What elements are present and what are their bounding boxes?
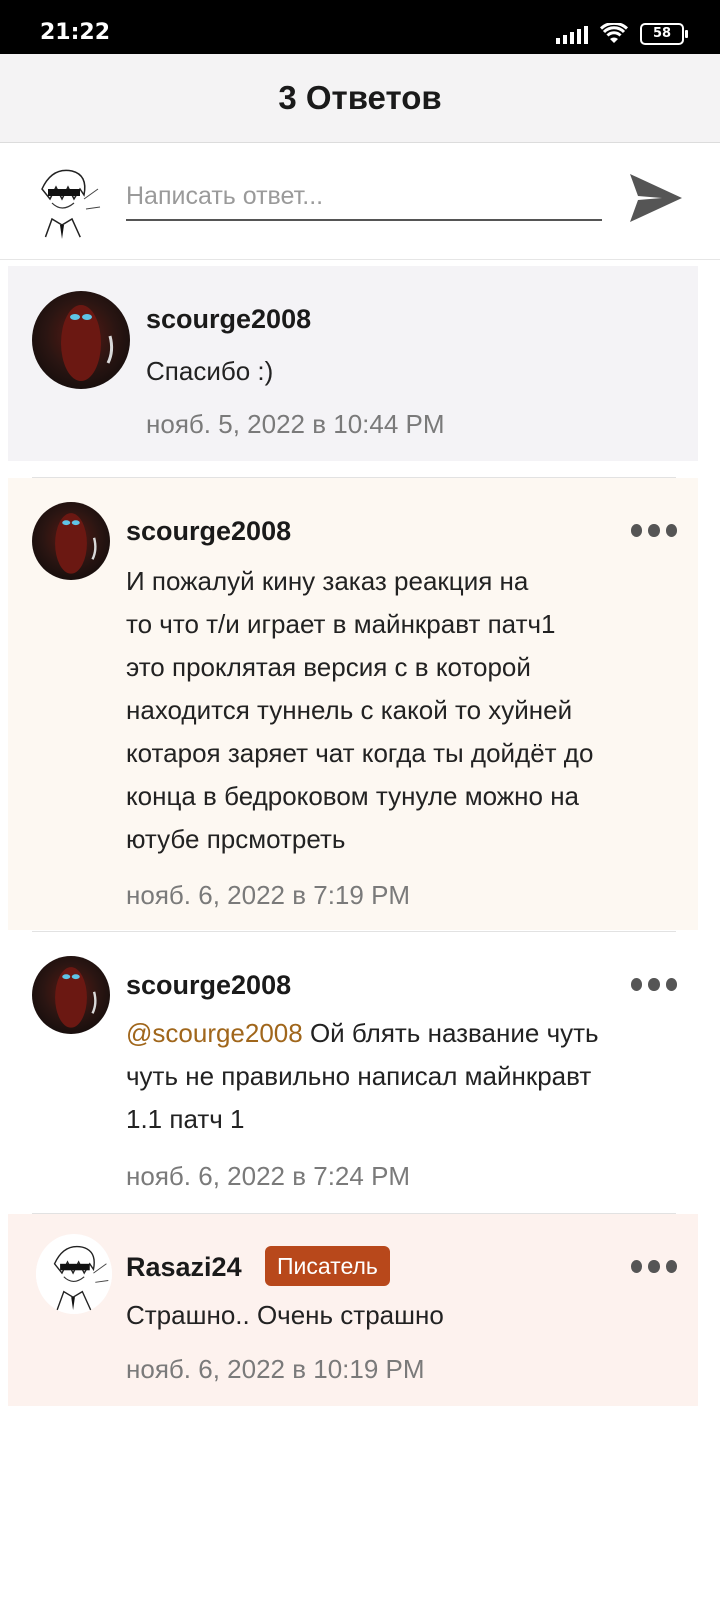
wifi-icon [600, 23, 628, 43]
avatar[interactable] [32, 291, 130, 389]
comment-text-line: конца в бедроковом тунуле можно на [126, 781, 580, 811]
comment-text-line: 1.1 патч 1 [126, 1104, 245, 1134]
comment-item: Rasazi24 Писатель Страшно.. Очень страшн… [8, 1214, 698, 1406]
avatar[interactable] [36, 1234, 112, 1314]
send-icon[interactable] [628, 170, 684, 226]
comment-date: нояб. 6, 2022 в 10:19 PM [126, 1354, 425, 1384]
comment-username[interactable]: scourge2008 [146, 304, 311, 335]
comment-text-line: котароя заряет чат когда ты дойдёт до [126, 738, 594, 768]
writer-badge: Писатель [265, 1246, 390, 1286]
comment-text: И пожалуй кину заказ реакция на то что т… [126, 560, 593, 861]
comment-username[interactable]: scourge2008 [126, 516, 291, 547]
header: 3 Ответов [0, 54, 720, 143]
comment-text-line: находится туннель с какой то хуйней [126, 695, 573, 725]
comment-date: нояб. 6, 2022 в 7:24 PM [126, 1161, 411, 1191]
status-bar: 21:22 58 [0, 0, 720, 54]
comment-item: scourge2008 И пожалуй кину заказ реакция… [8, 478, 698, 930]
more-options-icon[interactable] [631, 978, 677, 992]
mention-link[interactable]: @scourge2008 [126, 1018, 303, 1048]
status-time: 21:22 [40, 20, 111, 45]
comment-text-line: ютубе прсмотреть [126, 824, 346, 854]
avatar[interactable] [32, 956, 110, 1034]
status-icons: 58 [556, 21, 688, 47]
signal-icon [556, 24, 588, 44]
reply-bar [0, 143, 720, 260]
avatar-image [32, 291, 130, 389]
comment-text-segment: Ой блять название чуть [302, 1018, 599, 1048]
more-options-icon[interactable] [631, 524, 677, 538]
reply-input[interactable] [126, 173, 602, 221]
comment-text-line: это проклятая версия с в которой [126, 652, 531, 682]
comment-date: нояб. 6, 2022 в 7:19 PM [126, 880, 411, 910]
avatar-drawing [36, 1236, 112, 1313]
comment-username[interactable]: scourge2008 [126, 970, 291, 1001]
comment-item: scourge2008 Спасибо :) нояб. 5, 2022 в 1… [8, 266, 698, 461]
page-title: 3 Ответов [278, 79, 442, 116]
comment-text: @scourge2008 Ой блять название чуть чуть… [126, 1012, 599, 1141]
battery-icon: 58 [640, 23, 688, 45]
avatar-drawing [22, 159, 104, 241]
comment-text: Спасибо :) [146, 356, 274, 386]
comment-date: нояб. 5, 2022 в 10:44 PM [146, 409, 445, 439]
avatar[interactable] [32, 502, 110, 580]
comment-text: Страшно.. Очень страшно [126, 1300, 444, 1330]
comment-text-line: чуть не правильно написал майнкравт [126, 1061, 592, 1091]
comment-item: scourge2008 @scourge2008 Ой блять назван… [8, 932, 698, 1212]
avatar-image [32, 956, 110, 1034]
avatar-image [32, 502, 110, 580]
more-options-icon[interactable] [631, 1260, 677, 1274]
avatar[interactable] [22, 159, 104, 241]
comment-text-line: то что т/и играет в майнкравт патч1 [126, 609, 556, 639]
comment-text-line: @scourge2008 Ой блять название чуть [126, 1012, 599, 1055]
comment-text-line: И пожалуй кину заказ реакция на [126, 566, 529, 596]
comment-username[interactable]: Rasazi24 [126, 1252, 242, 1283]
